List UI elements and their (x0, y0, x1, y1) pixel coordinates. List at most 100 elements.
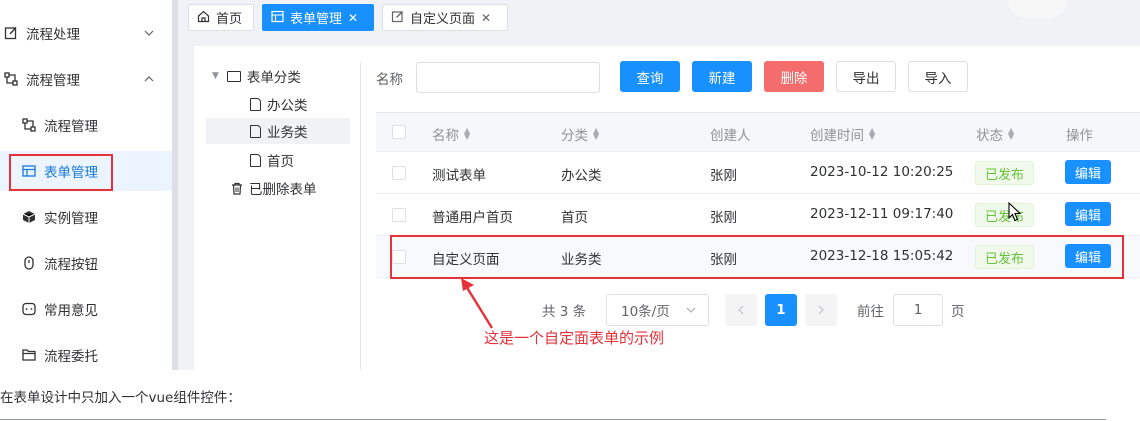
page-size-select[interactable]: 10条/页 (606, 294, 709, 326)
column-label: 创建时间 (810, 128, 864, 144)
chevron-down-icon (686, 307, 696, 313)
sidebar-item-process-delegation[interactable]: 流程委托 (0, 335, 172, 375)
close-icon[interactable]: ✕ (481, 11, 491, 25)
prev-page-button[interactable] (725, 294, 757, 326)
goto-label: 前往 (857, 304, 884, 320)
tree-node-office[interactable]: 办公类 (250, 91, 308, 117)
cell-category: 办公类 (561, 168, 602, 184)
goto-page-input[interactable]: 1 (893, 294, 943, 326)
page-size-value: 10条/页 (621, 304, 670, 320)
sidebar-group-process-management[interactable]: 流程管理 (0, 59, 172, 99)
annotation-arrow-icon (461, 278, 494, 329)
close-icon[interactable]: ✕ (348, 11, 358, 25)
folder-icon (226, 70, 241, 82)
cell-name: 测试表单 (432, 168, 486, 184)
form-icon (271, 10, 284, 26)
cell-category: 首页 (561, 210, 588, 226)
sidebar-item-process-buttons[interactable]: 流程按钮 (0, 243, 172, 283)
query-button[interactable]: 查询 (620, 61, 680, 92)
tree-node-label: 首页 (267, 154, 294, 170)
highlight-box-row (390, 235, 1124, 279)
folder-icon (22, 348, 36, 362)
sidebar-item-instance-management[interactable]: 实例管理 (0, 197, 172, 237)
row-checkbox[interactable] (392, 208, 406, 222)
cell-created-time: 2023-10-12 10:20:25 (810, 164, 954, 180)
tree-node-form-category[interactable]: ▼ 表单分类 (212, 63, 301, 89)
flow-icon (22, 118, 36, 132)
pagination-total: 共 3 条 (542, 304, 587, 320)
tab-label: 表单管理 (290, 12, 343, 27)
edit-button[interactable]: 编辑 (1065, 202, 1111, 226)
table-row[interactable]: 普通用户首页 首页 张刚 2023-12-11 09:17:40 已发布 编辑 (376, 194, 1140, 236)
table-row[interactable]: 测试表单 办公类 张刚 2023-10-12 10:20:25 已发布 编辑 (376, 152, 1140, 194)
tree-node-label: 业务类 (267, 125, 308, 141)
tab-form-management[interactable]: 表单管理 ✕ (262, 4, 374, 31)
tab-label: 自定义页面 (410, 12, 476, 27)
sidebar-item-label: 流程委托 (44, 349, 98, 365)
tab-home[interactable]: 首页 (188, 4, 254, 31)
chevron-up-icon (144, 74, 154, 85)
tree-node-deleted-forms[interactable]: 已删除表单 (231, 175, 317, 201)
home-icon (197, 10, 210, 26)
row-checkbox[interactable] (392, 166, 406, 180)
cell-created-time: 2023-12-11 09:17:40 (810, 206, 954, 222)
status-badge: 已发布 (975, 161, 1035, 185)
edit-button[interactable]: 编辑 (1065, 160, 1111, 184)
cube-icon (22, 210, 36, 224)
trash-icon (231, 182, 243, 195)
column-name[interactable]: 名称 ▲ ▼ (432, 124, 470, 145)
cell-creator: 张刚 (710, 168, 737, 184)
sort-icon[interactable]: ▲ ▼ (1008, 127, 1014, 141)
page-number-current[interactable]: 1 (765, 294, 797, 326)
document-icon (250, 97, 261, 111)
document-icon (250, 124, 261, 138)
cell-creator: 张刚 (710, 210, 737, 226)
button-icon (22, 256, 36, 270)
highlight-box-sidebar (9, 154, 113, 191)
sort-icon[interactable]: ▲ ▼ (593, 127, 599, 141)
tree-node-business[interactable]: 业务类 (206, 118, 350, 144)
name-search-input[interactable] (416, 62, 600, 93)
sidebar-item-label: 常用意见 (44, 303, 98, 319)
next-page-button[interactable] (805, 294, 837, 326)
column-label: 名称 (432, 128, 459, 144)
sidebar-item-process-handling[interactable]: 流程处理 (0, 13, 172, 53)
column-status[interactable]: 状态 ▲ ▼ (976, 124, 1014, 145)
chevron-left-icon (738, 305, 744, 315)
edit-icon (391, 10, 404, 26)
tree-node-label: 表单分类 (246, 70, 301, 86)
tab-custom-page[interactable]: 自定义页面 ✕ (382, 4, 508, 31)
caret-down-icon[interactable]: ▼ (212, 71, 219, 81)
column-created-time[interactable]: 创建时间 ▲ ▼ (810, 124, 875, 145)
column-creator: 创建人 (710, 124, 751, 144)
sidebar-item-common-comments[interactable]: 常用意见 (0, 289, 172, 329)
create-button[interactable]: 新建 (692, 61, 752, 92)
export-button[interactable]: 导出 (836, 61, 896, 92)
caption-text: 在表单设计中只加入一个vue组件控件： (0, 390, 241, 406)
tree-node-label: 办公类 (267, 98, 308, 114)
sidebar-item-label: 流程管理 (26, 73, 80, 89)
comment-icon (22, 302, 36, 316)
tab-bar: 首页 表单管理 ✕ 自定义页面 ✕ (178, 0, 1140, 36)
annotation-text: 这是一个自定面表单的示例 (484, 329, 665, 347)
delete-button[interactable]: 删除 (764, 61, 824, 92)
document-icon (250, 153, 261, 167)
sort-icon[interactable]: ▲ ▼ (464, 127, 470, 141)
import-button[interactable]: 导入 (908, 61, 968, 92)
tree-divider (360, 62, 361, 370)
tree-node-label: 已删除表单 (249, 182, 317, 198)
sidebar-item-label: 流程管理 (44, 119, 98, 135)
name-label: 名称 (376, 72, 403, 88)
flow-icon (4, 72, 18, 86)
chevron-right-icon (818, 305, 824, 315)
select-all-checkbox[interactable] (392, 125, 406, 139)
sidebar-item-label: 实例管理 (44, 211, 98, 227)
column-category[interactable]: 分类 ▲ ▼ (561, 124, 599, 145)
sidebar-item-process-management[interactable]: 流程管理 (0, 105, 172, 145)
column-label: 状态 (976, 128, 1003, 144)
column-label: 操作 (1066, 128, 1093, 144)
column-label: 分类 (561, 128, 588, 144)
table-header: 名称 ▲ ▼ 分类 ▲ ▼ 创建人 创建时间 ▲ ▼ 状态 ▲ ▼ 操作 (376, 112, 1140, 152)
sort-icon[interactable]: ▲ ▼ (869, 127, 875, 141)
tree-node-homepage[interactable]: 首页 (250, 147, 294, 173)
